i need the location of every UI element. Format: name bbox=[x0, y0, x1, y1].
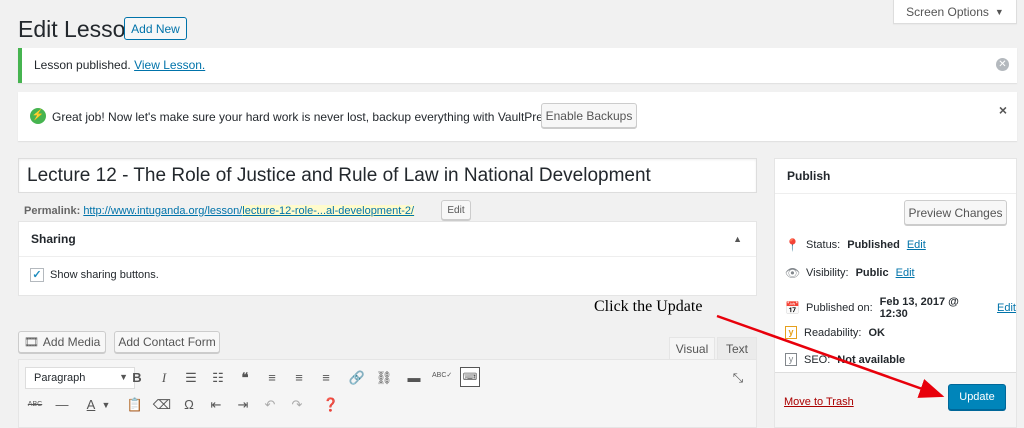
annotation-arrow bbox=[716, 314, 945, 398]
